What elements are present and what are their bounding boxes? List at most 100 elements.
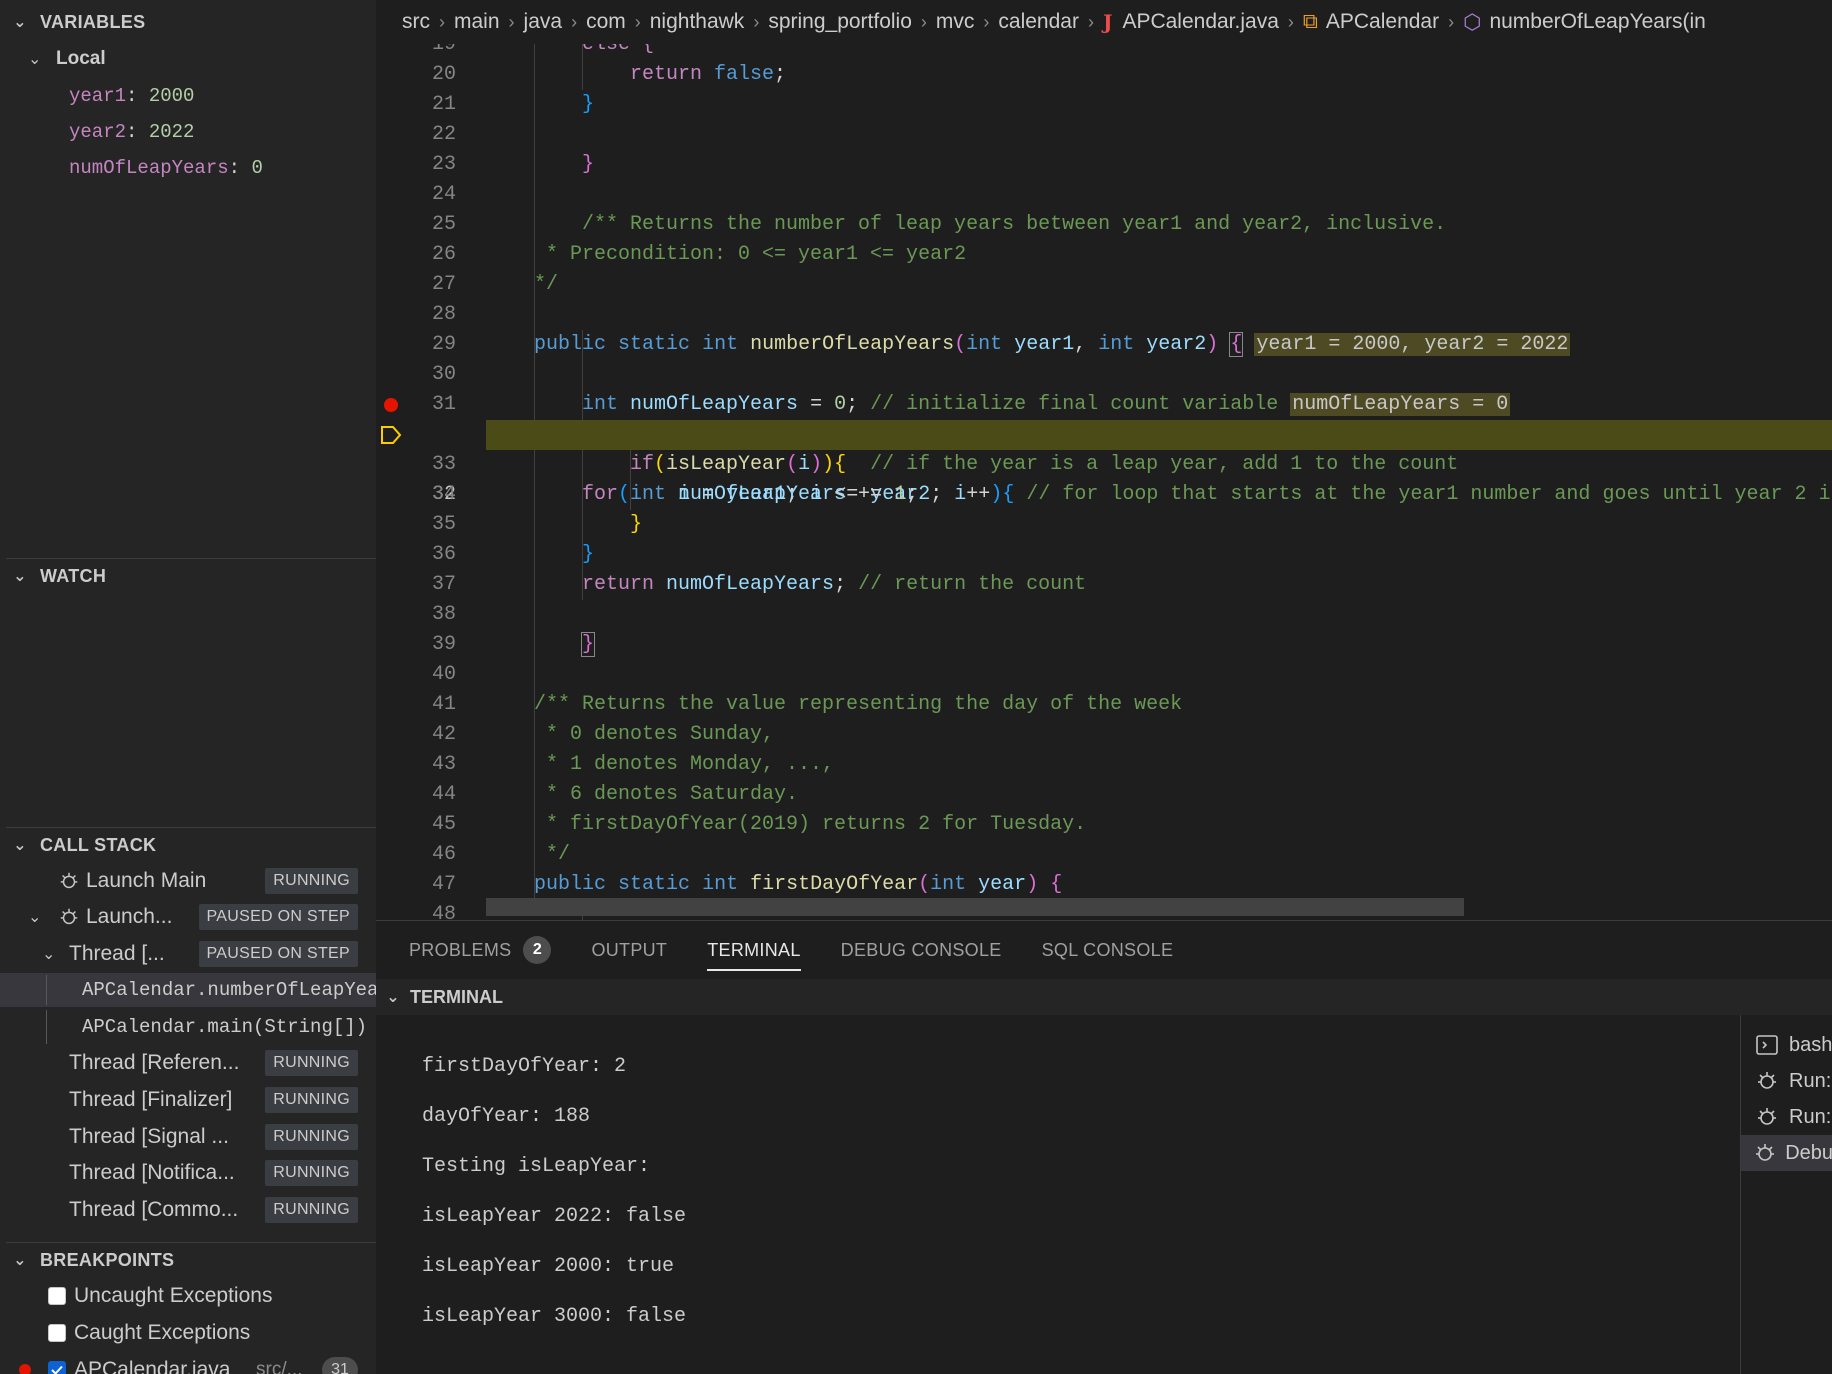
code-line[interactable]: 25 /** Returns the number of leap years b… bbox=[376, 210, 1832, 240]
variable-numofleapyears[interactable]: numOfLeapYears: 0 bbox=[0, 151, 376, 185]
code-line[interactable]: 34 numOfLeapYears += 1; bbox=[376, 480, 1832, 510]
call-stack-thread[interactable]: Thread [Referen... RUNNING bbox=[0, 1046, 376, 1080]
code-line[interactable]: 20 return false; bbox=[376, 60, 1832, 90]
code-line[interactable]: 27 */ bbox=[376, 270, 1832, 300]
code-comment: // return the count bbox=[858, 573, 1087, 596]
code-comment: * 6 denotes Saturday. bbox=[534, 783, 799, 806]
code-line[interactable]: 40 bbox=[376, 660, 1832, 690]
status-badge: RUNNING bbox=[265, 1124, 358, 1150]
chevron-down-icon: ⌄ bbox=[386, 989, 400, 1006]
code-line[interactable]: 22 bbox=[376, 120, 1832, 150]
call-stack-session[interactable]: ⌄ Launch... PAUSED ON STEP bbox=[0, 900, 376, 934]
code-line[interactable]: 42 * 0 denotes Sunday, bbox=[376, 720, 1832, 750]
class-icon: ⧉ bbox=[1302, 10, 1318, 33]
code-line[interactable]: 33 if(isLeapYear(i)){ // if the year is a… bbox=[376, 450, 1832, 480]
checkbox[interactable] bbox=[48, 1324, 66, 1342]
watch-section-header[interactable]: ⌄ WATCH bbox=[0, 559, 376, 593]
code-line[interactable]: 38 bbox=[376, 600, 1832, 630]
stack-frame[interactable]: APCalendar.main(String[]) bbox=[0, 1010, 376, 1044]
variable-year2[interactable]: year2: 2022 bbox=[0, 115, 376, 149]
breakpoint-caught-exceptions[interactable]: Caught Exceptions bbox=[0, 1316, 376, 1350]
scope-local[interactable]: ⌄ Local bbox=[0, 42, 376, 76]
call-stack-section-header[interactable]: ⌄ CALL STACK bbox=[0, 828, 376, 862]
code-line[interactable]: 31 int numOfLeapYears = 0; // initialize … bbox=[376, 390, 1832, 420]
breadcrumb: src › main › java › com › nighthawk › spring_… bbox=[376, 0, 1832, 44]
code-line[interactable]: 45 * firstDayOfYear(2019) returns 2 for … bbox=[376, 810, 1832, 840]
tab-sql-console[interactable]: SQL CONSOLE bbox=[1042, 921, 1174, 979]
breadcrumb-item[interactable]: nighthawk bbox=[650, 10, 745, 34]
line-number: 24 bbox=[431, 183, 456, 206]
checkbox[interactable] bbox=[48, 1361, 66, 1374]
breadcrumb-item[interactable]: main bbox=[454, 10, 500, 34]
call-stack-thread[interactable]: Thread [Signal ... RUNNING bbox=[0, 1120, 376, 1154]
code-line[interactable]: 41 /** Returns the value representing the… bbox=[376, 690, 1832, 720]
tab-output[interactable]: OUTPUT bbox=[591, 921, 667, 979]
tab-terminal[interactable]: TERMINAL bbox=[707, 921, 802, 979]
chevron-right-icon: › bbox=[983, 11, 990, 32]
breadcrumb-item[interactable]: src bbox=[402, 10, 430, 34]
code-line[interactable]: 24 bbox=[376, 180, 1832, 210]
chevron-down-icon: ⌄ bbox=[13, 837, 27, 854]
line-number: 31 bbox=[431, 393, 456, 416]
terminal-output[interactable]: firstDayOfYear: 2 dayOfYear: 188 Testing… bbox=[376, 1015, 1738, 1374]
debug-icon bbox=[1756, 1144, 1775, 1161]
code-comment: * 1 denotes Monday, ..., bbox=[534, 753, 835, 776]
code-line[interactable]: 35} bbox=[376, 510, 1832, 540]
line-number: 44 bbox=[431, 783, 456, 806]
variable-year1[interactable]: year1: 2000 bbox=[0, 79, 376, 113]
breadcrumb-item[interactable]: com bbox=[586, 10, 626, 34]
terminal-instance-run[interactable]: Run: bbox=[1741, 1063, 1832, 1099]
terminal-instance-debug[interactable]: Debu bbox=[1741, 1135, 1832, 1171]
breadcrumb-item[interactable]: spring_portfolio bbox=[768, 10, 912, 34]
code-line[interactable]: 28 bbox=[376, 300, 1832, 330]
breakpoints-section-header[interactable]: ⌄ BREAKPOINTS bbox=[0, 1243, 376, 1277]
code-line[interactable]: 39} bbox=[376, 630, 1832, 660]
terminal-instance-label: Debu bbox=[1785, 1141, 1832, 1164]
code-editor[interactable]: src › main › java › com › nighthawk › spring_… bbox=[376, 0, 1832, 920]
horizontal-scrollbar[interactable] bbox=[486, 898, 1464, 916]
call-stack-thread[interactable]: ⌄ Thread [... PAUSED ON STEP bbox=[0, 937, 376, 971]
code-line[interactable]: 36} bbox=[376, 540, 1832, 570]
stack-frame[interactable]: APCalendar.numberOfLeapYear bbox=[0, 973, 376, 1007]
code-line[interactable]: 21} bbox=[376, 90, 1832, 120]
code-line[interactable]: 47 public static int firstDayOfYear(int y… bbox=[376, 870, 1832, 900]
breadcrumb-item[interactable]: java bbox=[524, 10, 563, 34]
terminal-line: isLeapYear 2022: false bbox=[422, 1205, 687, 1228]
code-line[interactable]: 37 return numOfLeapYears; // return the c… bbox=[376, 570, 1832, 600]
chevron-right-icon: › bbox=[1287, 11, 1294, 32]
breadcrumb-item[interactable]: APCalendar bbox=[1326, 10, 1439, 34]
code-line[interactable]: 30 bbox=[376, 360, 1832, 390]
code-line[interactable]: 26 * Precondition: 0 <= year1 <= year2 bbox=[376, 240, 1832, 270]
breakpoint-label: APCalendar.java bbox=[74, 1358, 231, 1374]
code-line[interactable]: 44 * 6 denotes Saturday. bbox=[376, 780, 1832, 810]
code-line[interactable]: 23} bbox=[376, 150, 1832, 180]
chevron-right-icon: › bbox=[1087, 11, 1094, 32]
call-stack-session[interactable]: Launch Main RUNNING bbox=[0, 864, 376, 898]
breadcrumb-item[interactable]: numberOfLeapYears(in bbox=[1489, 10, 1705, 34]
code-line[interactable]: 46 */ bbox=[376, 840, 1832, 870]
checkbox[interactable] bbox=[48, 1287, 66, 1305]
breakpoint-uncaught-exceptions[interactable]: Uncaught Exceptions bbox=[0, 1279, 376, 1313]
variable-value: 2000 bbox=[148, 85, 195, 107]
breadcrumb-item[interactable]: mvc bbox=[936, 10, 975, 34]
breadcrumb-item[interactable]: calendar bbox=[998, 10, 1079, 34]
breakpoint-apcalendar[interactable]: APCalendar.java src/... 31 bbox=[0, 1353, 376, 1374]
terminal-section-header[interactable]: ⌄ TERMINAL bbox=[376, 979, 1832, 1015]
code-line[interactable]: 29 public static int numberOfLeapYears(in… bbox=[376, 330, 1832, 360]
call-stack-thread[interactable]: Thread [Notifica... RUNNING bbox=[0, 1156, 376, 1190]
status-badge: RUNNING bbox=[265, 1160, 358, 1186]
chevron-right-icon: › bbox=[508, 11, 515, 32]
call-stack-thread[interactable]: Thread [Finalizer] RUNNING bbox=[0, 1083, 376, 1117]
tab-debug-console[interactable]: DEBUG CONSOLE bbox=[841, 921, 1002, 979]
breadcrumb-item[interactable]: APCalendar.java bbox=[1122, 10, 1278, 34]
inline-debug-value: year1 = 2000, year2 = 2022 bbox=[1254, 333, 1571, 356]
variables-section-header[interactable]: ⌄ VARIABLES bbox=[0, 5, 376, 39]
inline-debug-value: numOfLeapYears = 0 bbox=[1290, 393, 1511, 416]
terminal-instance-bash[interactable]: bash bbox=[1741, 1027, 1832, 1063]
tab-problems[interactable]: PROBLEMS 2 bbox=[409, 921, 552, 979]
terminal-instance-run[interactable]: Run: bbox=[1741, 1099, 1832, 1135]
code-line[interactable]: 43 * 1 denotes Monday, ..., bbox=[376, 750, 1832, 780]
status-badge: PAUSED ON STEP bbox=[198, 904, 358, 930]
code-line-current[interactable]: 32 for(int i = year1; i <= year2; i++){ /… bbox=[376, 420, 1832, 506]
call-stack-thread[interactable]: Thread [Commo... RUNNING bbox=[0, 1193, 376, 1227]
